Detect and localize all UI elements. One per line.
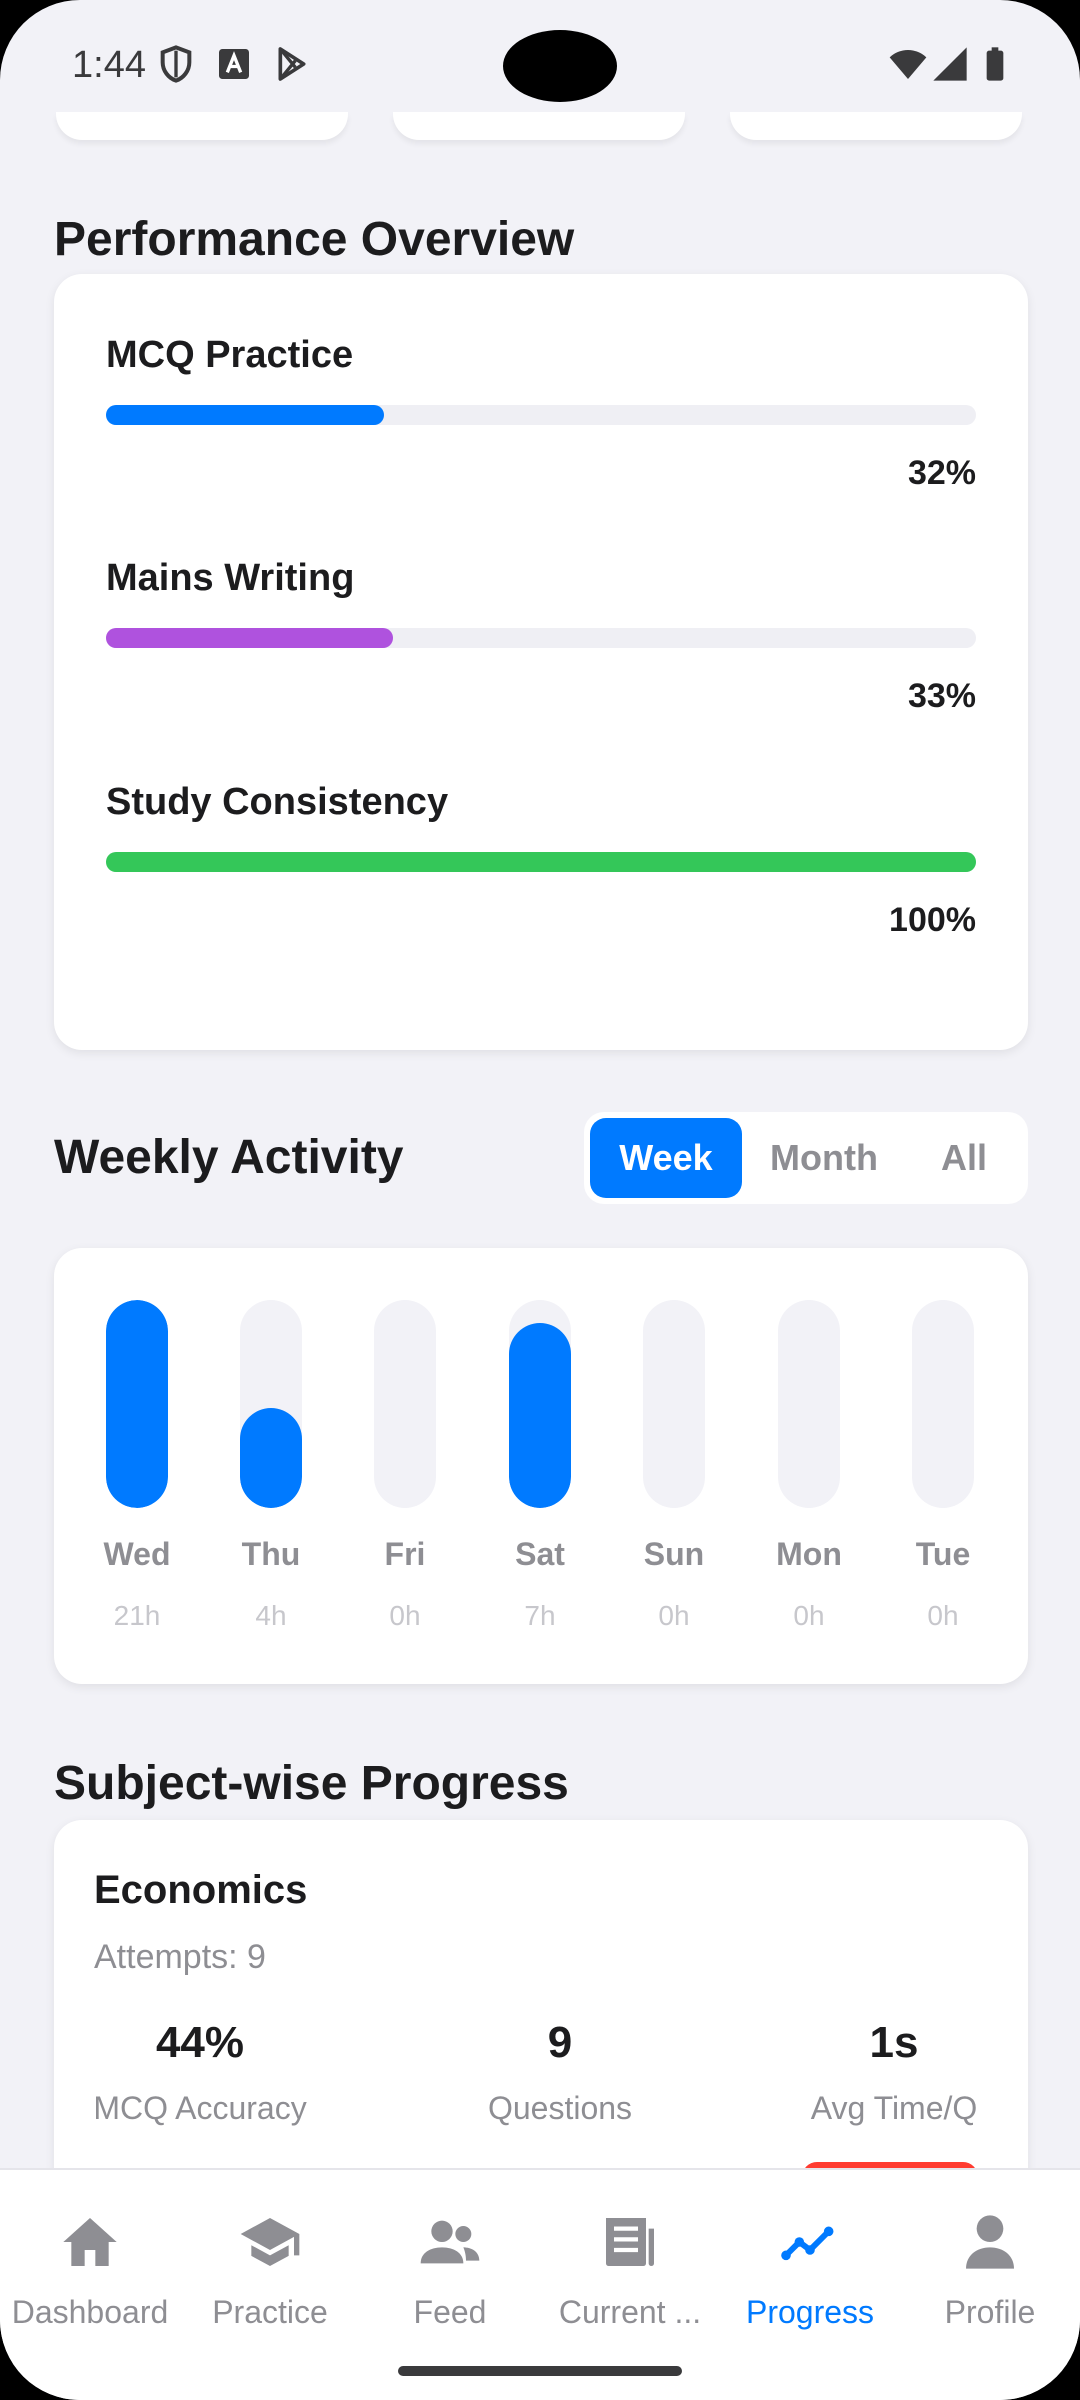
bar-fill [106, 1300, 168, 1508]
hours-label: 0h [927, 1600, 959, 1631]
nav-item-progress[interactable]: Progress [720, 2170, 900, 2330]
stat-value: 9 [547, 2018, 573, 2067]
bar-track [778, 1300, 840, 1508]
progress-fill [106, 405, 385, 425]
day-label: Tue [915, 1536, 971, 1572]
hours-label: 0h [389, 1600, 421, 1631]
nav-label: Profile [944, 2294, 1036, 2330]
bar-fill [240, 1408, 302, 1508]
weekly-activity-card: Wed 21h Thu 4h Fri 0h Sat 7h Sun 0h Mon … [54, 1248, 1028, 1684]
stat-label: Questions [487, 2090, 633, 2126]
subject-attempts: Attempts: 9 [94, 1938, 266, 1976]
day-label: Mon [776, 1536, 842, 1572]
nav-item-practice[interactable]: Practice [180, 2170, 360, 2330]
progress-track [106, 628, 976, 648]
day-bar: Sun 0h [607, 1300, 741, 1640]
stat-label: MCQ Accuracy [93, 2090, 307, 2126]
signal-icon [933, 47, 967, 81]
period-segmented-control: Week Month All [584, 1112, 1028, 1204]
bar-track [912, 1300, 974, 1508]
stat-label: Avg Time/Q [810, 2090, 978, 2126]
nav-item-dashboard[interactable]: Dashboard [0, 2170, 180, 2330]
chart-line-icon [781, 2226, 834, 2261]
day-label: Sat [515, 1536, 565, 1572]
performance-title: Performance Overview [54, 213, 575, 266]
camera-cutout [503, 30, 617, 102]
tab-month[interactable]: Month [748, 1118, 900, 1198]
performance-card: MCQ Practice 32% Mains Writing 33% Study… [54, 274, 1028, 1050]
progress-track [106, 852, 976, 872]
stat-value: 44% [155, 2018, 245, 2067]
stat-card-partial [730, 112, 1022, 140]
play-store-icon [278, 47, 306, 81]
metric-percent: 33% [907, 677, 976, 715]
people-icon [420, 2220, 480, 2264]
tab-week[interactable]: Week [590, 1118, 742, 1198]
nav-item-current-affairs[interactable]: Current ... [540, 2170, 720, 2330]
home-icon [63, 2218, 117, 2266]
wifi-icon [889, 50, 927, 79]
nav-item-profile[interactable]: Profile [900, 2170, 1080, 2330]
metric-label: MCQ Practice [106, 334, 354, 376]
bar-track [240, 1300, 302, 1508]
hours-label: 4h [255, 1600, 287, 1631]
shield-icon [160, 45, 192, 83]
bar-track [106, 1300, 168, 1508]
day-bar: Thu 4h [204, 1300, 338, 1640]
tab-all[interactable]: All [906, 1118, 1022, 1198]
subject-progress-title: Subject-wise Progress [54, 1757, 569, 1810]
day-bar: Mon 0h [742, 1300, 876, 1640]
graduation-cap-icon [240, 2218, 300, 2266]
progress-fill [106, 628, 394, 648]
day-bar: Wed 21h [70, 1300, 204, 1640]
day-label: Thu [241, 1536, 301, 1572]
nav-label: Dashboard [11, 2294, 169, 2330]
day-bar: Sat 7h [473, 1300, 607, 1640]
hours-label: 0h [658, 1600, 690, 1631]
stat-card-partial [393, 112, 685, 140]
metric-label: Mains Writing [106, 557, 355, 599]
day-label: Sun [643, 1536, 705, 1572]
bar-track [643, 1300, 705, 1508]
day-label: Fri [384, 1536, 426, 1572]
nav-label: Feed [413, 2294, 487, 2330]
nav-label: Current ... [558, 2294, 702, 2330]
metric-percent: 32% [907, 454, 976, 492]
progress-track [106, 405, 976, 425]
font-icon [219, 49, 249, 79]
bar-fill [509, 1322, 571, 1508]
hours-label: 21h [113, 1600, 161, 1631]
day-label: Wed [103, 1536, 171, 1572]
bar-track [374, 1300, 436, 1508]
metric-label: Study Consistency [106, 781, 449, 823]
status-time: 1:44 [72, 44, 146, 86]
home-indicator [398, 2366, 682, 2376]
hours-label: 0h [793, 1600, 825, 1631]
nav-label: Progress [745, 2294, 875, 2330]
app-screen: 1:44 Performance Overview MCQ Practice 3… [0, 0, 1080, 2400]
day-bar: Tue 0h [876, 1300, 1010, 1640]
hours-label: 7h [524, 1600, 556, 1631]
progress-fill [106, 852, 976, 872]
person-icon [966, 2215, 1014, 2269]
newspaper-icon [606, 2218, 654, 2266]
stat-card-partial [56, 112, 348, 140]
bar-track [509, 1300, 571, 1508]
stat-value: 1s [869, 2018, 919, 2067]
day-bar: Fri 0h [338, 1300, 472, 1640]
battery-icon [986, 47, 1004, 81]
nav-item-feed[interactable]: Feed [360, 2170, 540, 2330]
metric-percent: 100% [889, 901, 976, 939]
nav-label: Practice [212, 2294, 328, 2330]
subject-name: Economics [94, 1868, 308, 1912]
weekly-activity-title: Weekly Activity [54, 1131, 404, 1184]
